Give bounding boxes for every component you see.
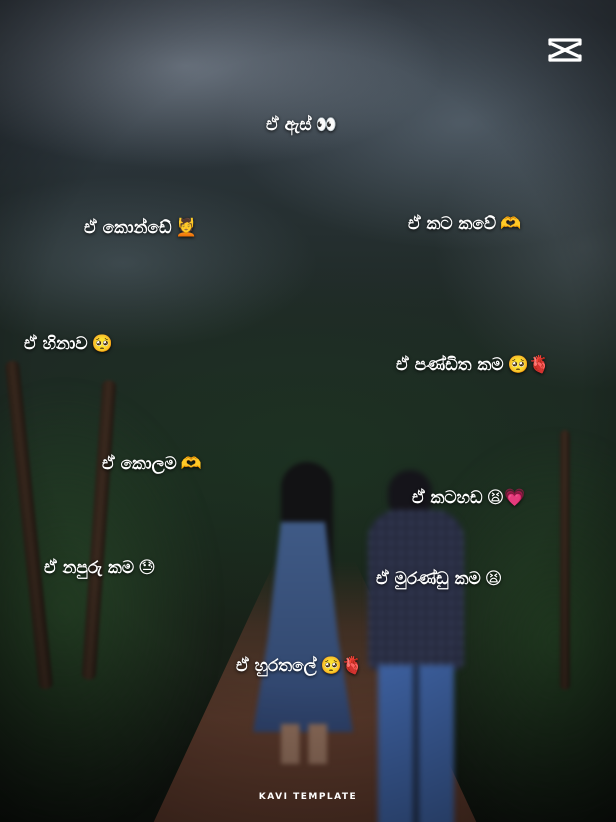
head-massage-emoji-icon: 💆 — [175, 217, 197, 238]
caption-smile: ඒ හිනාව 🥺 — [24, 334, 113, 354]
caption-voice: ඒ කටහඩ 😫💗 — [412, 488, 526, 508]
template-watermark: KAVI TEMPLATE — [258, 792, 358, 802]
caption-text: ඒ මුරණ්ඩු කම — [376, 569, 481, 589]
downcast-sweat-emoji-icon: 😓 — [138, 557, 156, 578]
capcut-icon — [548, 38, 582, 62]
eyes-emoji-icon: 👀 — [315, 114, 337, 135]
caption-text: ඒ නපුරු කම — [44, 558, 135, 578]
tired-face-emoji-icon: 😫 — [484, 568, 503, 589]
caption-eyes: ඒ ඇස් 👀 — [266, 115, 337, 135]
pleading-heart-emoji-icon: 🥺🫀 — [320, 655, 363, 676]
caption-talk: ඒ කට කවේ 🫶 — [408, 214, 521, 234]
caption-text: ඒ කොන්ඩේ — [84, 218, 172, 238]
tree-trunk — [560, 430, 570, 690]
pleading-heart-emoji-icon: 🥺🫀 — [507, 354, 550, 375]
caption-column: ඒ කොලම 🫶 — [102, 454, 202, 474]
caption-text: ඒ හුරතලේ — [236, 656, 317, 676]
caption-hair: ඒ කොන්ඩේ 💆 — [84, 218, 197, 238]
heart-hands-emoji-icon: 🫶 — [500, 213, 522, 234]
caption-text: ඒ කට කවේ — [408, 214, 497, 234]
caption-naughty: ඒ නපුරු කම 😓 — [44, 558, 156, 578]
caption-stubborn: ඒ මුරණ්ඩු කම 😫 — [376, 569, 502, 589]
pleading-face-emoji-icon: 🥺 — [91, 333, 113, 354]
tired-heart-emoji-icon: 😫💗 — [486, 487, 526, 508]
template-canvas: ඒ ඇස් 👀 ඒ කොන්ඩේ 💆 ඒ කට කවේ 🫶 ඒ හිනාව 🥺 … — [0, 0, 616, 822]
caption-text: ඒ පණ්ඩිත කම — [396, 355, 504, 375]
girl-figure — [243, 462, 363, 764]
boy-figure — [362, 470, 472, 822]
caption-text: ඒ කටහඩ — [412, 488, 483, 508]
caption-wisdom: ඒ පණ්ඩිත කම 🥺🫀 — [396, 355, 550, 375]
caption-text: ඒ කොලම — [102, 454, 177, 474]
heart-hands-emoji-icon: 🫶 — [180, 453, 202, 474]
caption-text: ඒ ඇස් — [266, 115, 312, 135]
caption-cuteness: ඒ හුරතලේ 🥺🫀 — [236, 656, 363, 676]
caption-text: ඒ හිනාව — [24, 334, 88, 354]
